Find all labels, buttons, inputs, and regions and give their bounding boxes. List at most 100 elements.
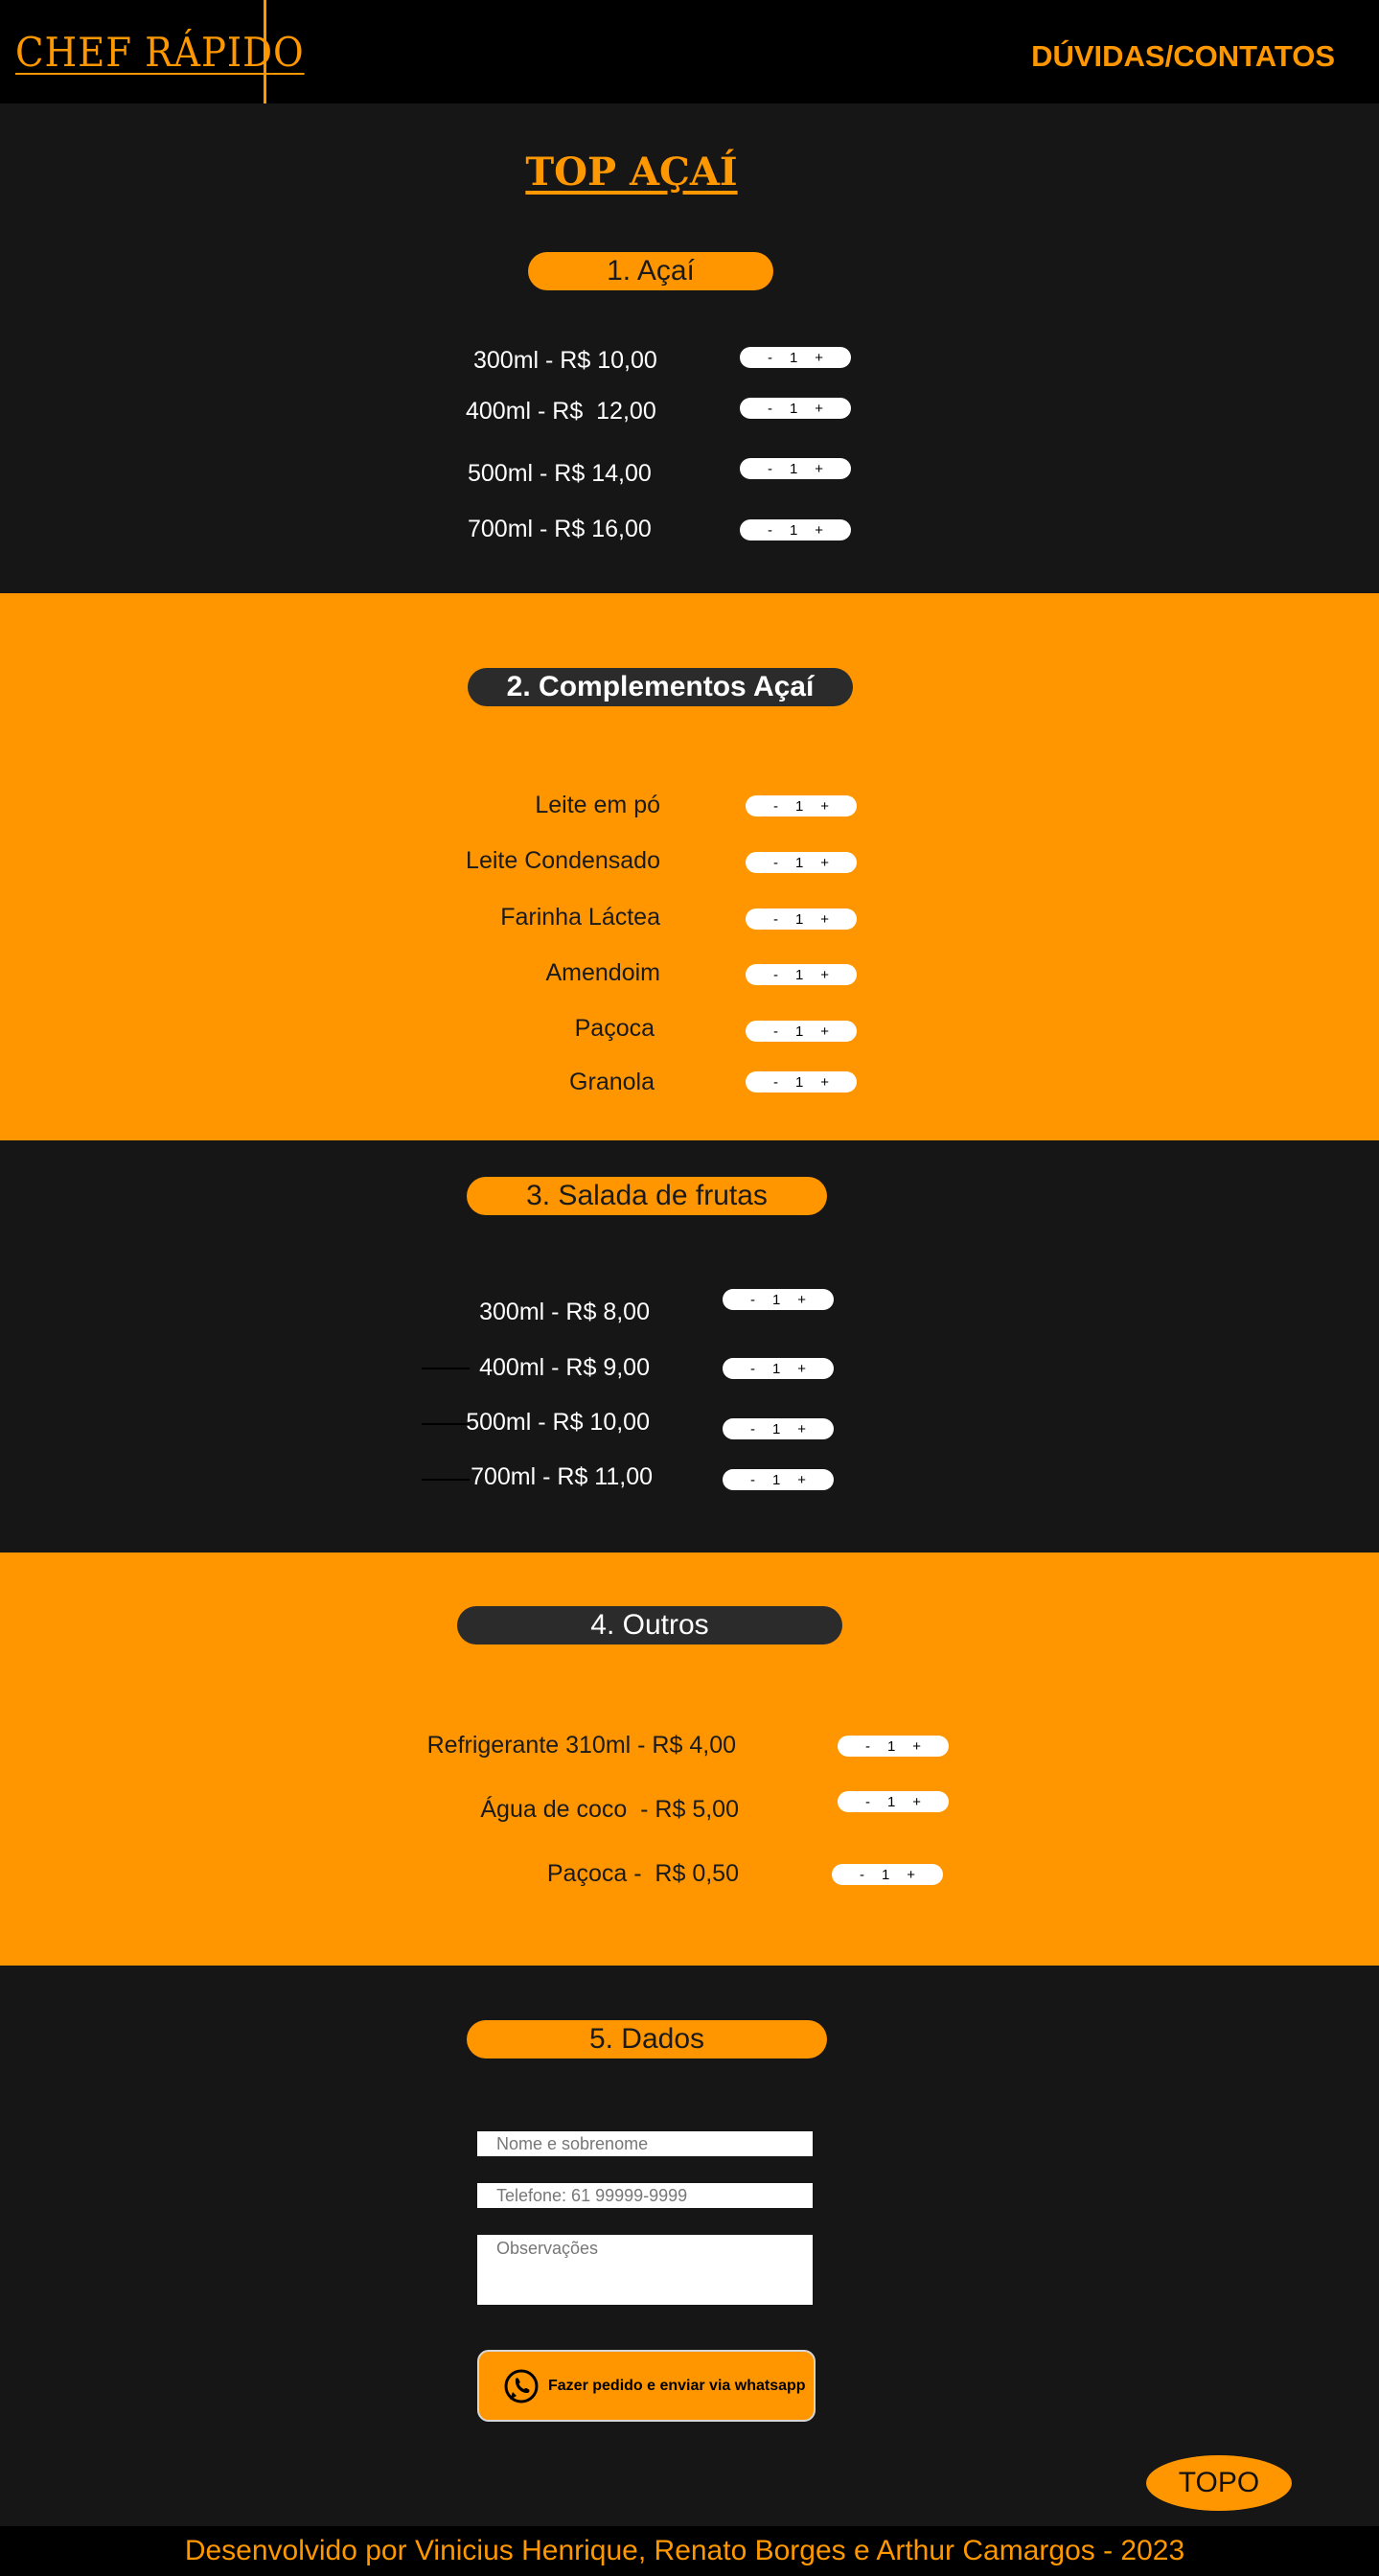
increment-button[interactable]: +	[797, 1472, 806, 1488]
salada-quantity-stepper: - 1 +	[723, 1358, 834, 1379]
back-to-top-button[interactable]: TOPO	[1146, 2455, 1292, 2511]
whatsapp-icon	[504, 2369, 539, 2403]
quantity-value: 1	[886, 1737, 896, 1755]
footer: Desenvolvido por Vinicius Henrique, Rena…	[0, 2526, 1379, 2576]
section-outros-title: 4. Outros	[457, 1606, 842, 1644]
header: CHEF RÁPIDO DÚVIDAS/CONTATOS	[0, 0, 1379, 104]
salada-item-label: 400ml - R$ 9,00	[479, 1354, 650, 1381]
decrement-button[interactable]: -	[750, 1292, 755, 1308]
footer-credits: Desenvolvido por Vinicius Henrique, Rena…	[184, 2535, 1185, 2566]
complemento-quantity-stepper: - 1 +	[746, 964, 857, 985]
quantity-value: 1	[789, 460, 798, 477]
decrement-button[interactable]: -	[773, 798, 778, 815]
complemento-quantity-stepper: - 1 +	[746, 1021, 857, 1042]
quantity-value: 1	[771, 1471, 781, 1488]
complemento-quantity-stepper: - 1 +	[746, 795, 857, 816]
complemento-item-label: Farinha Láctea	[500, 904, 660, 931]
decrement-button[interactable]: -	[750, 1421, 755, 1438]
acai-item-label: 500ml - R$ 14,00	[468, 460, 652, 487]
decrement-button[interactable]: -	[768, 461, 772, 477]
complemento-item-label: Leite em pó	[535, 792, 660, 818]
quantity-value: 1	[794, 1073, 804, 1091]
increment-button[interactable]: +	[815, 522, 823, 539]
outros-quantity-stepper: - 1 +	[838, 1736, 949, 1757]
increment-button[interactable]: +	[815, 461, 823, 477]
acai-item-label: 700ml - R$ 16,00	[468, 516, 652, 542]
quantity-value: 1	[881, 1866, 890, 1883]
complemento-item-label: Amendoim	[545, 959, 661, 986]
notes-textarea[interactable]	[477, 2235, 813, 2305]
complemento-quantity-stepper: - 1 +	[746, 852, 857, 873]
nav-link-duvidas-contatos[interactable]: DÚVIDAS/CONTATOS	[1031, 39, 1335, 74]
outros-item-label: Água de coco - R$ 5,00	[480, 1796, 739, 1823]
acai-item-label: 300ml - R$ 10,00	[473, 347, 657, 374]
outros-quantity-stepper: - 1 +	[838, 1791, 949, 1812]
section-acai-title: 1. Açaí	[528, 252, 773, 290]
increment-button[interactable]: +	[797, 1361, 806, 1377]
page-title: TOP AÇAÍ	[525, 150, 738, 195]
decrement-button[interactable]: -	[865, 1738, 870, 1755]
complemento-item-label: Leite Condensado	[466, 847, 660, 874]
decrement-button[interactable]: -	[773, 1074, 778, 1091]
decrement-button[interactable]: -	[768, 522, 772, 539]
complemento-item-label: Granola	[569, 1069, 655, 1095]
logo[interactable]: CHEF RÁPIDO	[15, 29, 305, 76]
increment-button[interactable]: +	[820, 1024, 829, 1040]
section-dados-title: 5. Dados	[467, 2020, 827, 2058]
decrement-button[interactable]: -	[750, 1472, 755, 1488]
decrement-button[interactable]: -	[773, 967, 778, 983]
quantity-value: 1	[771, 1291, 781, 1308]
outros-item-label: Paçoca - R$ 0,50	[546, 1860, 739, 1887]
section-salada-title: 3. Salada de frutas	[467, 1177, 827, 1215]
decrement-button[interactable]: -	[768, 350, 772, 366]
decrement-button[interactable]: -	[773, 855, 778, 871]
quantity-value: 1	[794, 966, 804, 983]
acai-item-label: 400ml - R$ 12,00	[466, 398, 656, 425]
quantity-value: 1	[794, 1023, 804, 1040]
decrement-button[interactable]: -	[865, 1794, 870, 1810]
logo-divider	[264, 0, 266, 104]
increment-button[interactable]: +	[797, 1421, 806, 1438]
name-input[interactable]	[477, 2131, 813, 2156]
acai-quantity-stepper: - 1 +	[740, 347, 851, 368]
increment-button[interactable]: +	[815, 401, 823, 417]
divider-line	[422, 1423, 470, 1425]
quantity-value: 1	[794, 797, 804, 815]
quantity-value: 1	[771, 1360, 781, 1377]
increment-button[interactable]: +	[797, 1292, 806, 1308]
complemento-quantity-stepper: - 1 +	[746, 1071, 857, 1092]
salada-item-label: 500ml - R$ 10,00	[466, 1409, 650, 1436]
decrement-button[interactable]: -	[750, 1361, 755, 1377]
quantity-value: 1	[789, 349, 798, 366]
increment-button[interactable]: +	[912, 1794, 921, 1810]
decrement-button[interactable]: -	[860, 1867, 864, 1883]
increment-button[interactable]: +	[820, 855, 829, 871]
whatsapp-submit-label: Fazer pedido e enviar via whatsapp	[548, 2377, 806, 2394]
phone-input[interactable]	[477, 2183, 813, 2208]
increment-button[interactable]: +	[820, 1074, 829, 1091]
quantity-value: 1	[886, 1793, 896, 1810]
increment-button[interactable]: +	[907, 1867, 915, 1883]
complemento-quantity-stepper: - 1 +	[746, 908, 857, 930]
increment-button[interactable]: +	[820, 798, 829, 815]
salada-quantity-stepper: - 1 +	[723, 1418, 834, 1439]
acai-quantity-stepper: - 1 +	[740, 398, 851, 419]
divider-line	[422, 1368, 470, 1369]
decrement-button[interactable]: -	[768, 401, 772, 417]
outros-item-label: Refrigerante 310ml - R$ 4,00	[426, 1732, 736, 1759]
whatsapp-submit-button[interactable]: Fazer pedido e enviar via whatsapp	[477, 2350, 816, 2422]
quantity-value: 1	[789, 400, 798, 417]
decrement-button[interactable]: -	[773, 911, 778, 928]
increment-button[interactable]: +	[815, 350, 823, 366]
decrement-button[interactable]: -	[773, 1024, 778, 1040]
quantity-value: 1	[771, 1420, 781, 1438]
acai-quantity-stepper: - 1 +	[740, 519, 851, 540]
increment-button[interactable]: +	[820, 911, 829, 928]
outros-quantity-stepper: - 1 +	[832, 1864, 943, 1885]
increment-button[interactable]: +	[820, 967, 829, 983]
quantity-value: 1	[789, 521, 798, 539]
acai-quantity-stepper: - 1 +	[740, 458, 851, 479]
section-complementos-title: 2. Complementos Açaí	[468, 668, 853, 706]
increment-button[interactable]: +	[912, 1738, 921, 1755]
salada-item-label: 700ml - R$ 11,00	[471, 1463, 653, 1490]
